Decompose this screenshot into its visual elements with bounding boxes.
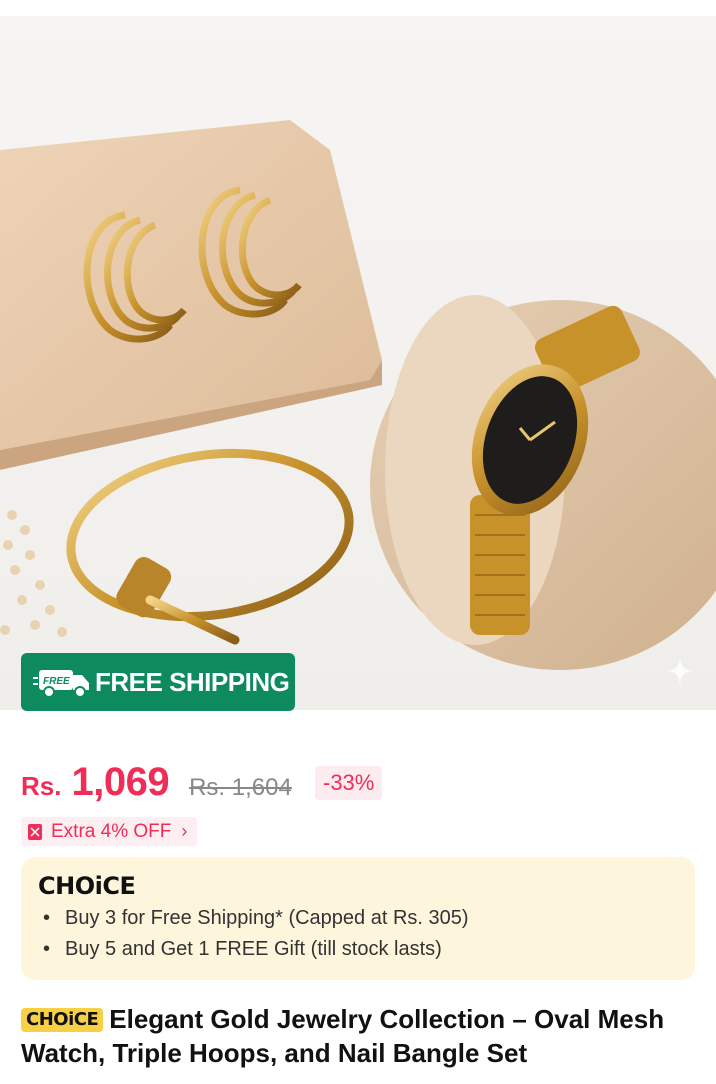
svg-text:FREE: FREE [43,676,70,687]
bullet-icon: • [43,907,51,929]
benefit-text: Buy 5 and Get 1 FREE Gift (till stock la… [65,938,442,960]
bottom-spacer [0,710,716,733]
list-item: • Buy 5 and Get 1 FREE Gift (till stock … [43,934,469,965]
coupon-label: Extra 4% OFF [51,820,172,842]
choice-badge: CHOiCE [21,1008,104,1032]
current-price: 1,069 [71,760,170,804]
benefit-text: Buy 3 for Free Shipping* (Capped at Rs. … [65,907,469,929]
extra-discount-coupon[interactable]: Extra 4% OFF › [21,817,198,846]
bullet-icon: • [43,938,51,960]
top-spacer [0,0,716,16]
sparkle-icon[interactable] [664,655,696,687]
truck-icon: FREE [33,670,89,698]
product-title: CHOiCE Elegant Gold Jewelry Collection – … [21,1002,701,1070]
choice-benefits-panel[interactable]: CHOiCE • Buy 3 for Free Shipping* (Cappe… [21,857,695,980]
price-row: Rs. 1,069 Rs. 1,604 [21,760,292,808]
original-price: Rs. 1,604 [189,774,292,801]
free-shipping-label: FREE SHIPPING [95,666,290,697]
coupon-icon [28,823,42,840]
discount-badge: -33% [315,766,383,800]
list-item: • Buy 3 for Free Shipping* (Capped at Rs… [43,903,469,934]
product-title-text: Elegant Gold Jewelry Collection – Oval M… [21,1004,665,1068]
choice-logo: CHOiCE [38,872,136,900]
chevron-right-icon: › [181,821,188,841]
product-image[interactable]: FREE FREE SHIPPING [0,0,716,733]
price-currency: Rs. [21,771,62,801]
product-photo-illustration [0,120,716,670]
free-shipping-badge: FREE FREE SHIPPING [21,653,295,711]
choice-benefits-list: • Buy 3 for Free Shipping* (Capped at Rs… [43,903,469,965]
